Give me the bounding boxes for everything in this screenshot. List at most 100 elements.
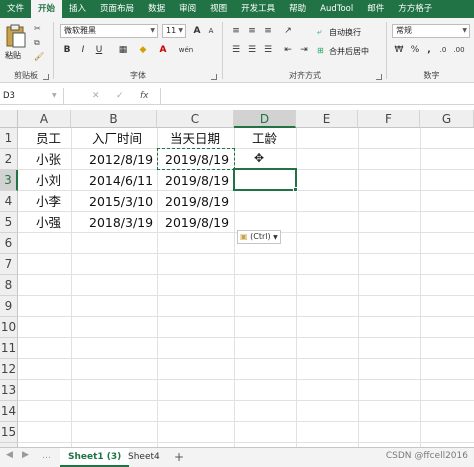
row-header-8[interactable]: 8 — [0, 275, 18, 296]
row-header-11[interactable]: 11 — [0, 338, 18, 359]
shrink-font-icon[interactable]: A — [204, 24, 218, 38]
next-sheet-icon[interactable]: ▶ — [22, 450, 29, 460]
row-header-14[interactable]: 14 — [0, 401, 18, 422]
tab-fangfang[interactable]: 方方格子 — [391, 0, 439, 18]
sheet-tab-sheet1-3[interactable]: Sheet1 (3) — [60, 448, 130, 467]
insert-function-icon[interactable]: fx — [140, 88, 149, 104]
align-bottom-icon[interactable]: ≡ — [261, 24, 275, 38]
tab-data[interactable]: 数据 — [141, 0, 172, 18]
cell-c5[interactable]: 2019/8/19 — [165, 212, 229, 233]
wrap-text-icon[interactable]: ⤶ — [317, 27, 321, 37]
tab-mail[interactable]: 邮件 — [360, 0, 391, 18]
phonetic-icon[interactable]: wén — [176, 43, 196, 57]
row-header-2[interactable]: 2 — [0, 149, 18, 170]
tab-review[interactable]: 审阅 — [172, 0, 203, 18]
tab-audtool[interactable]: AudTool — [313, 0, 360, 18]
cell-c4[interactable]: 2019/8/19 — [165, 191, 229, 212]
tab-view[interactable]: 视图 — [203, 0, 234, 18]
fill-color-icon[interactable]: ◆ — [136, 43, 150, 57]
row-header-3[interactable]: 3 — [0, 170, 18, 191]
border-icon[interactable]: ▦ — [116, 43, 130, 57]
align-top-icon[interactable]: ≡ — [229, 24, 243, 38]
cell-b1[interactable]: 入厂时间 — [92, 128, 142, 149]
paste-options-button[interactable]: ▣ (Ctrl) ▼ — [237, 230, 281, 244]
more-sheets-icon[interactable]: … — [42, 451, 51, 461]
clipboard-launcher-icon[interactable] — [43, 74, 49, 80]
row-header-10[interactable]: 10 — [0, 317, 18, 338]
row-header-12[interactable]: 12 — [0, 359, 18, 380]
font-name-select[interactable]: 微软雅黑 ▼ — [60, 24, 158, 38]
chevron-down-icon[interactable]: ▼ — [52, 88, 57, 104]
cell-c3[interactable]: 2019/8/19 — [165, 170, 229, 191]
tab-home[interactable]: 开始 — [31, 0, 63, 18]
cell-a4[interactable]: 小李 — [36, 191, 61, 212]
col-header-e[interactable]: E — [296, 110, 358, 128]
cell-a1[interactable]: 员工 — [36, 128, 61, 149]
increase-decimal-icon[interactable]: .0 — [436, 43, 450, 57]
col-header-d[interactable]: D — [234, 110, 296, 128]
cut-icon[interactable]: ✂ — [34, 24, 41, 33]
formula-input[interactable] — [160, 88, 474, 104]
underline-button[interactable]: U — [92, 43, 106, 57]
cell-b2[interactable]: 2012/8/19 — [89, 149, 153, 170]
orientation-icon[interactable]: ↗ — [281, 24, 295, 38]
bold-button[interactable]: B — [60, 43, 74, 57]
font-color-icon[interactable]: A — [156, 43, 170, 57]
select-all-corner[interactable] — [0, 110, 18, 128]
align-middle-icon[interactable]: ≡ — [245, 24, 259, 38]
font-size-select[interactable]: 11 ▼ — [162, 24, 186, 38]
enter-icon[interactable]: ✓ — [116, 88, 124, 104]
font-launcher-icon[interactable] — [211, 74, 217, 80]
paste-button[interactable]: 粘贴 — [5, 50, 21, 61]
tab-developer[interactable]: 开发工具 — [234, 0, 282, 18]
cancel-icon[interactable]: ✕ — [92, 88, 100, 104]
alignment-launcher-icon[interactable] — [376, 74, 382, 80]
wrap-text-button[interactable]: 自动换行 — [329, 27, 361, 38]
merge-center-button[interactable]: 合并后居中 — [329, 46, 369, 57]
row-header-1[interactable]: 1 — [0, 128, 18, 149]
copy-icon[interactable]: ⧉ — [34, 38, 40, 48]
indent-decrease-icon[interactable]: ⇤ — [281, 43, 295, 57]
active-cell-d3[interactable] — [233, 168, 297, 191]
col-header-f[interactable]: F — [358, 110, 420, 128]
currency-icon[interactable]: ₩ — [392, 43, 406, 57]
sheet-tab-sheet4[interactable]: Sheet4 — [120, 448, 168, 467]
row-header-9[interactable]: 9 — [0, 296, 18, 317]
col-header-g[interactable]: G — [420, 110, 474, 128]
col-header-b[interactable]: B — [71, 110, 157, 128]
align-center-icon[interactable]: ☰ — [245, 43, 259, 57]
cell-b5[interactable]: 2018/3/19 — [89, 212, 153, 233]
row-header-13[interactable]: 13 — [0, 380, 18, 401]
tab-insert[interactable]: 插入 — [62, 0, 93, 18]
cell-c1[interactable]: 当天日期 — [170, 128, 220, 149]
row-header-15[interactable]: 15 — [0, 422, 18, 443]
add-sheet-button[interactable]: + — [166, 448, 192, 467]
col-header-a[interactable]: A — [18, 110, 71, 128]
col-header-c[interactable]: C — [157, 110, 234, 128]
italic-button[interactable]: I — [76, 43, 90, 57]
merge-icon[interactable]: ⊞ — [317, 46, 324, 55]
row-header-4[interactable]: 4 — [0, 191, 18, 212]
cell-d1[interactable]: 工龄 — [252, 128, 277, 149]
align-right-icon[interactable]: ☰ — [261, 43, 275, 57]
grow-font-icon[interactable]: A — [190, 24, 204, 38]
cell-b4[interactable]: 2015/3/10 — [89, 191, 153, 212]
paste-icon[interactable] — [5, 24, 27, 48]
cell-b3[interactable]: 2014/6/11 — [89, 170, 153, 191]
prev-sheet-icon[interactable]: ◀ — [6, 450, 13, 460]
indent-increase-icon[interactable]: ⇥ — [297, 43, 311, 57]
tab-file[interactable]: 文件 — [0, 0, 31, 18]
format-painter-icon[interactable]: 🖌 — [34, 52, 44, 61]
cell-a3[interactable]: 小刘 — [36, 170, 61, 191]
number-format-select[interactable]: 常规 ▼ — [392, 24, 470, 38]
tab-help[interactable]: 帮助 — [282, 0, 313, 18]
cell-a5[interactable]: 小强 — [36, 212, 61, 233]
percent-icon[interactable]: % — [408, 43, 422, 57]
row-header-6[interactable]: 6 — [0, 233, 18, 254]
decrease-decimal-icon[interactable]: .00 — [452, 43, 466, 57]
spreadsheet-grid[interactable]: A B C D E F G 1 2 3 4 5 6 7 8 9 10 11 12… — [0, 110, 474, 447]
fill-handle[interactable] — [293, 187, 298, 192]
tab-page-layout[interactable]: 页面布局 — [93, 0, 141, 18]
row-header-7[interactable]: 7 — [0, 254, 18, 275]
row-header-5[interactable]: 5 — [0, 212, 18, 233]
